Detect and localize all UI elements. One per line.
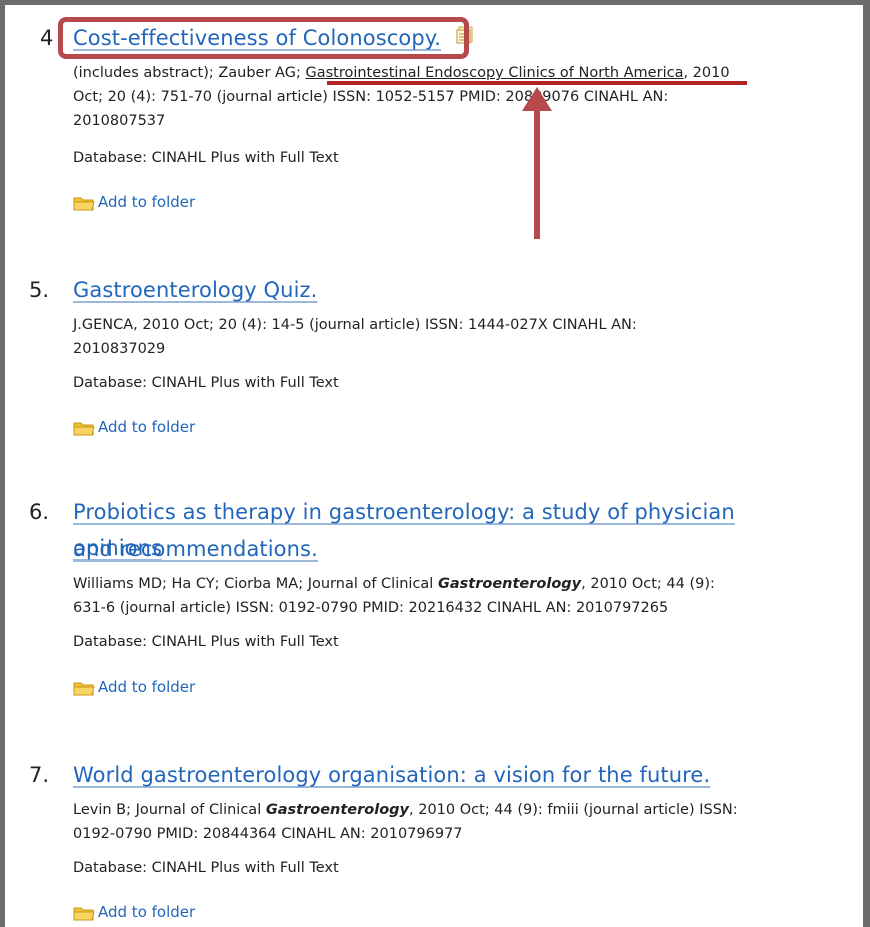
- folder-icon: [73, 195, 95, 210]
- result-database: Database: CINAHL Plus with Full Text: [73, 860, 339, 876]
- result-number: 5.: [29, 278, 50, 302]
- add-to-folder-link[interactable]: Add to folder: [73, 193, 195, 211]
- folder-icon: [73, 905, 95, 920]
- result-number: 7.: [29, 763, 50, 787]
- add-to-folder-link[interactable]: Add to folder: [73, 418, 195, 436]
- result-database: Database: CINAHL Plus with Full Text: [73, 634, 339, 650]
- result-citation: J.GENCA, 2010 Oct; 20 (4): 14-5 (journal…: [73, 317, 637, 357]
- results-panel: 4 Cost-effectiveness of Colonoscopy. (in…: [0, 0, 870, 927]
- result-number: 4: [40, 26, 54, 50]
- result-database: Database: CINAHL Plus with Full Text: [73, 375, 339, 391]
- result-title-link-line2[interactable]: and recommendations.: [73, 531, 318, 567]
- add-to-folder-link[interactable]: Add to folder: [73, 903, 195, 921]
- result-title-link[interactable]: Gastroenterology Quiz.: [73, 272, 317, 308]
- journal-link[interactable]: Gastrointestinal Endoscopy Clinics of No…: [305, 65, 683, 81]
- up-arrow-annotation: [522, 87, 552, 239]
- result-record-6: 6. Probiotics as therapy in gastroentero…: [29, 497, 830, 702]
- result-citation: (includes abstract); Zauber AG; Gastroin…: [73, 65, 730, 129]
- add-to-folder-label: Add to folder: [98, 903, 196, 921]
- add-to-folder-label: Add to folder: [98, 418, 196, 436]
- result-citation: Levin B; Journal of Clinical Gastroenter…: [73, 802, 738, 842]
- result-record-5: 5. Gastroenterology Quiz. J.GENCA, 2010 …: [29, 272, 830, 440]
- result-citation: Williams MD; Ha CY; Ciorba MA; Journal o…: [73, 576, 715, 616]
- folder-icon: [73, 680, 95, 695]
- add-to-folder-link[interactable]: Add to folder: [73, 678, 195, 696]
- add-to-folder-label: Add to folder: [98, 193, 196, 211]
- result-number: 6.: [29, 500, 50, 524]
- result-title-link[interactable]: World gastroenterology organisation: a v…: [73, 757, 710, 793]
- title-highlight-box: [58, 17, 469, 59]
- folder-icon: [73, 420, 95, 435]
- add-to-folder-label: Add to folder: [98, 678, 196, 696]
- result-record-7: 7. World gastroenterology organisation: …: [29, 757, 830, 925]
- result-database: Database: CINAHL Plus with Full Text: [73, 150, 339, 166]
